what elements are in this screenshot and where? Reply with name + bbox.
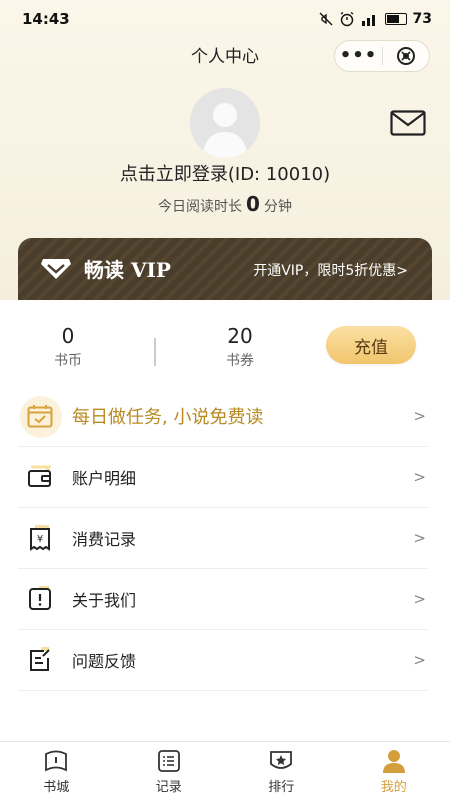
tab-ranking[interactable]: 排行 [225, 742, 338, 801]
status-time: 14:43 [22, 10, 70, 28]
vouchers-label: 书券 [190, 350, 290, 370]
list-icon [157, 749, 181, 773]
daily-task-label: 每日做任务, 小说免费读 [72, 403, 263, 429]
battery-icon [385, 13, 407, 25]
reading-time-unit: 分钟 [264, 199, 292, 215]
signal-icon [361, 13, 379, 26]
feedback-icon-wrap [20, 640, 60, 680]
vip-diamond-icon [40, 258, 72, 284]
wallet-icon-wrap [20, 457, 60, 497]
daily-task-item[interactable]: 每日做任务, 小说免费读 > [18, 386, 428, 447]
coins-value: 0 [18, 324, 118, 348]
more-button[interactable]: ••• [335, 41, 382, 71]
menu-item-label: 账户明细 [72, 465, 136, 489]
edit-note-icon [27, 647, 53, 673]
bookstore-icon [43, 749, 69, 773]
tab-label: 记录 [156, 776, 182, 795]
menu-item-feedback[interactable]: 问题反馈 > [18, 630, 428, 691]
menu-list: 每日做任务, 小说免费读 > 账户明细 > ¥ 消费记录 > 关于我们 > 问题… [18, 386, 428, 691]
info-icon-wrap [20, 579, 60, 619]
close-button[interactable] [383, 46, 429, 66]
chevron-right-icon: > [413, 651, 426, 669]
vip-promo-link[interactable]: 开通VIP，限时5折优惠> [253, 260, 408, 280]
calendar-check-icon [27, 404, 53, 428]
menu-item-label: 关于我们 [72, 587, 136, 611]
coins-label: 书币 [18, 350, 118, 370]
svg-text:¥: ¥ [37, 534, 43, 545]
stats-divider [154, 338, 156, 366]
menu-item-account-details[interactable]: 账户明细 > [18, 447, 428, 508]
reading-time: 今日阅读时长0分钟 [0, 192, 450, 216]
user-icon [381, 749, 407, 773]
tab-label: 排行 [268, 776, 294, 795]
chevron-right-icon: > [413, 529, 426, 547]
status-icons: 73 [319, 11, 432, 27]
recharge-button[interactable]: 充值 [326, 326, 416, 364]
tab-label: 我的 [381, 776, 407, 795]
mail-icon [390, 110, 426, 136]
coins-stat[interactable]: 0 书币 [18, 324, 118, 370]
vip-banner[interactable]: 畅读 VIP 开通VIP，限时5折优惠> [18, 238, 432, 300]
receipt-yen-icon: ¥ [27, 525, 53, 551]
bottom-tab-bar: 书城 记录 排行 我的 [0, 741, 450, 801]
default-avatar-icon [190, 88, 260, 158]
status-bar: 14:43 73 [0, 0, 450, 38]
menu-item-label: 问题反馈 [72, 648, 136, 672]
wallet-icon [27, 465, 53, 489]
chevron-right-icon: > [413, 468, 426, 486]
ranking-badge-icon [268, 749, 294, 773]
mini-program-capsule: ••• [334, 40, 430, 72]
battery-level: 73 [413, 11, 432, 27]
tab-label: 书城 [43, 776, 69, 795]
mute-icon [319, 12, 333, 26]
vip-title: 畅读 VIP [84, 254, 171, 283]
vouchers-stat[interactable]: 20 书券 [190, 324, 290, 370]
avatar[interactable] [190, 88, 260, 158]
reading-time-value: 0 [246, 192, 260, 216]
login-prompt[interactable]: 点击立即登录(ID: 10010) [0, 160, 450, 186]
tab-history[interactable]: 记录 [113, 742, 226, 801]
vouchers-value: 20 [190, 324, 290, 348]
menu-item-label: 消费记录 [72, 526, 136, 550]
daily-task-icon-wrap [20, 396, 60, 436]
menu-item-about-us[interactable]: 关于我们 > [18, 569, 428, 630]
chevron-right-icon: > [413, 407, 426, 425]
alarm-icon [339, 11, 355, 27]
tab-bookstore[interactable]: 书城 [0, 742, 113, 801]
exclamation-square-icon [27, 586, 53, 612]
menu-item-purchase-history[interactable]: ¥ 消费记录 > [18, 508, 428, 569]
chevron-right-icon: > [413, 590, 426, 608]
message-button[interactable] [390, 110, 426, 140]
reading-time-prefix: 今日阅读时长 [158, 199, 242, 215]
tab-profile[interactable]: 我的 [338, 742, 450, 801]
close-circle-icon [396, 46, 416, 66]
receipt-icon-wrap: ¥ [20, 518, 60, 558]
